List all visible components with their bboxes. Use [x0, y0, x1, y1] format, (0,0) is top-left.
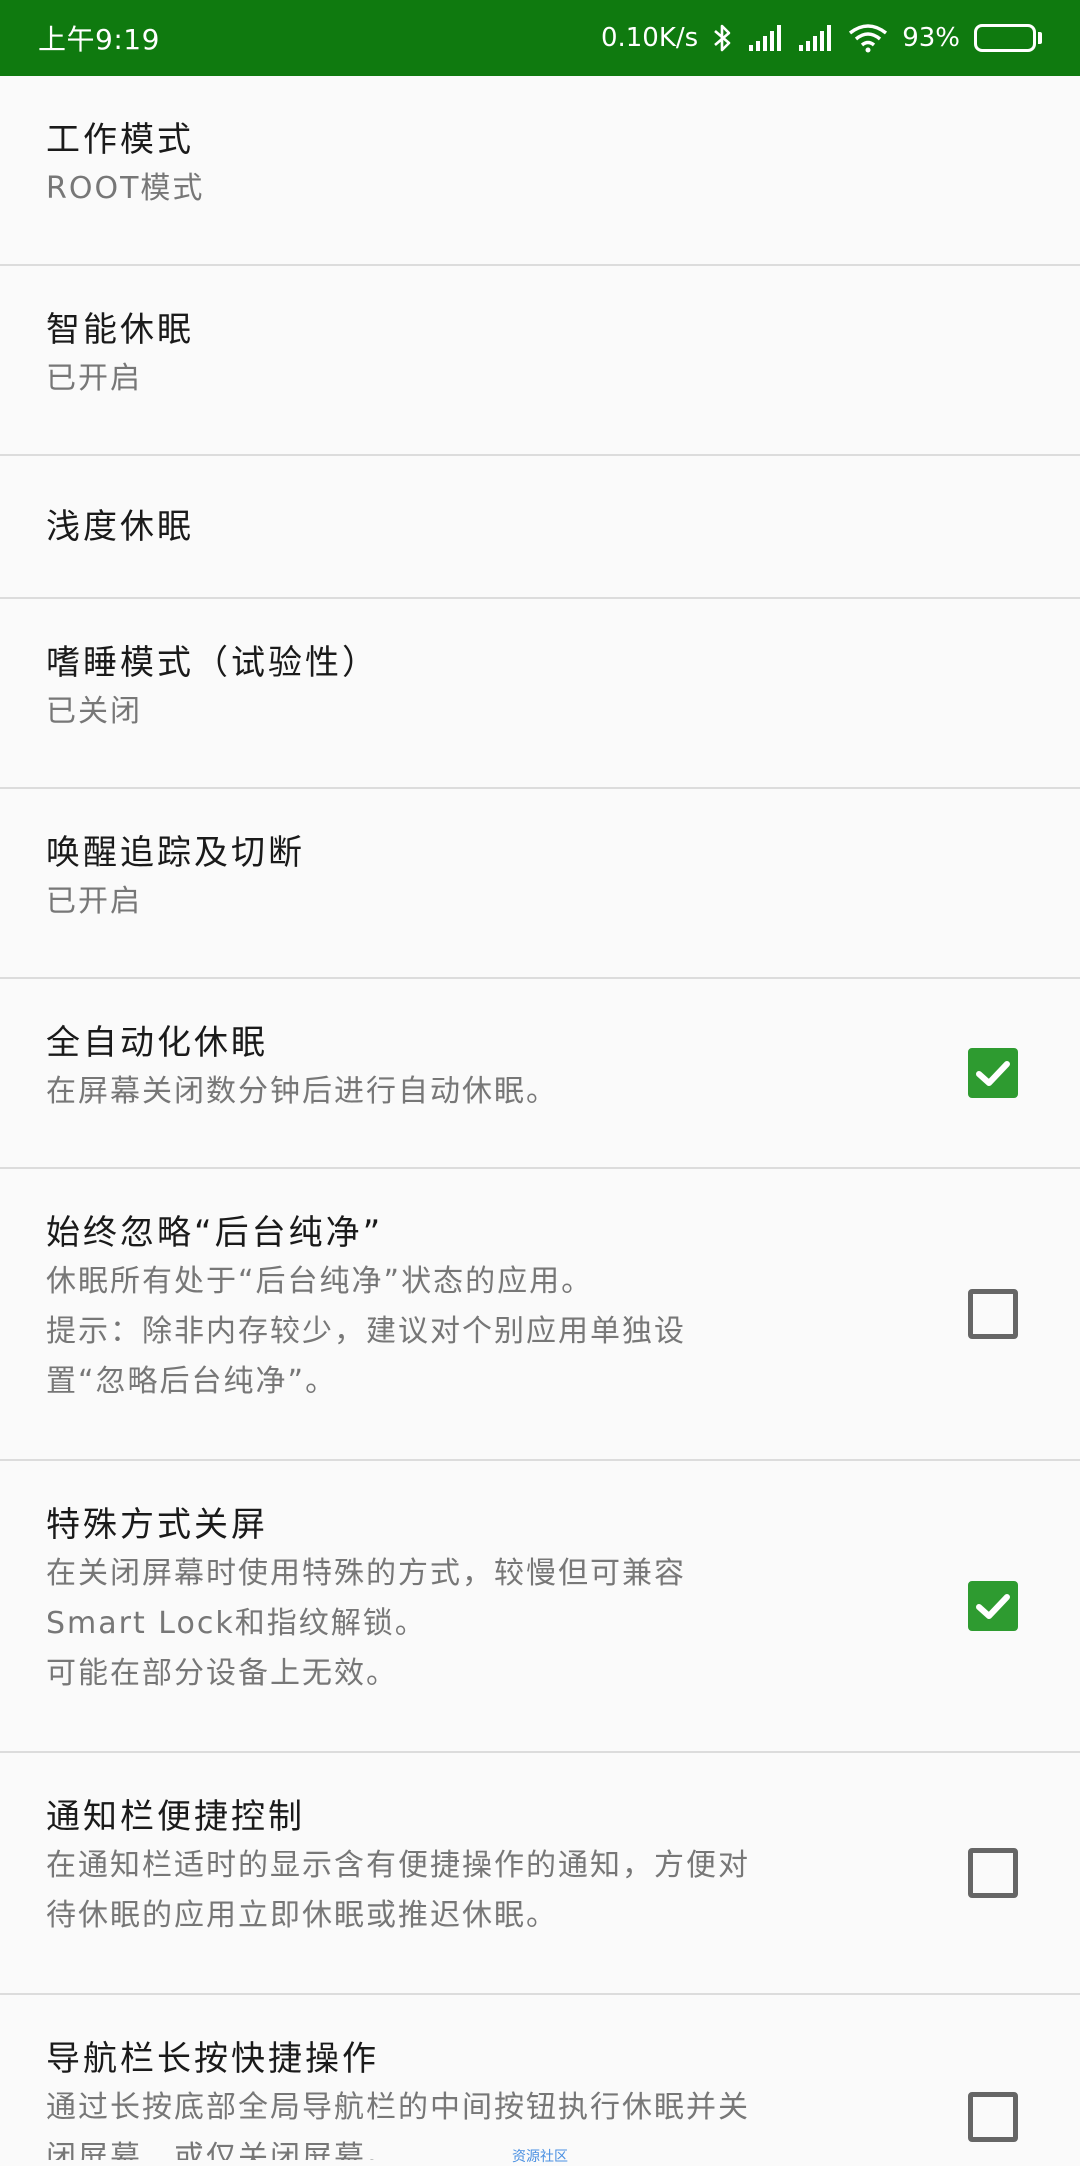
status-bar: 上午9:19 0.10K/s 93%: [0, 0, 1080, 76]
setting-title: 始终忽略“后台纯净”: [46, 1209, 906, 1257]
watermark: 资源社区: [512, 2146, 568, 2166]
net-speed: 0.10K/s: [601, 23, 698, 53]
setting-title: 唤醒追踪及切断: [46, 829, 906, 877]
setting-summary: 休眠所有处于“后台纯净”状态的应用。: [46, 1257, 906, 1307]
wifi-icon: [848, 23, 888, 53]
setting-summary: 通过长按底部全局导航栏的中间按钮执行休眠并关: [46, 2083, 906, 2133]
setting-summary: 提示：除非内存较少，建议对个别应用单独设: [46, 1307, 906, 1357]
check-icon: [968, 1048, 1018, 1098]
battery-percent: 93%: [902, 23, 960, 53]
setting-summary: ROOT模式: [46, 164, 906, 214]
status-time: 上午9:19: [38, 18, 160, 58]
setting-summary: 已开启: [46, 354, 906, 404]
setting-smart-sleep[interactable]: 智能休眠 已开启: [0, 266, 1080, 456]
setting-title: 工作模式: [46, 116, 906, 164]
setting-drowsy-mode[interactable]: 嗜睡模式（试验性） 已关闭: [0, 599, 1080, 789]
setting-title: 特殊方式关屏: [46, 1501, 906, 1549]
status-icons: 0.10K/s 93%: [601, 22, 1042, 54]
setting-summary: 闭屏幕，或仅关闭屏幕。: [46, 2133, 906, 2160]
setting-ignore-background-pure[interactable]: 始终忽略“后台纯净” 休眠所有处于“后台纯净”状态的应用。 提示：除非内存较少，…: [0, 1169, 1080, 1461]
settings-list[interactable]: 工作模式 ROOT模式 智能休眠 已开启 浅度休眠 嗜睡模式（试验性） 已关闭 …: [0, 76, 1080, 2160]
setting-summary: 在通知栏适时的显示含有便捷操作的通知，方便对: [46, 1841, 906, 1891]
setting-title: 全自动化休眠: [46, 1019, 906, 1067]
check-icon: [968, 1581, 1018, 1631]
setting-special-screen-off[interactable]: 特殊方式关屏 在关闭屏幕时使用特殊的方式，较慢但可兼容 Smart Lock和指…: [0, 1461, 1080, 1753]
setting-summary: Smart Lock和指纹解锁。: [46, 1599, 906, 1649]
setting-summary: 已开启: [46, 877, 906, 927]
setting-summary: 置“忽略后台纯净”。: [46, 1357, 906, 1407]
setting-summary: 已关闭: [46, 687, 906, 737]
setting-work-mode[interactable]: 工作模式 ROOT模式: [0, 76, 1080, 266]
ignore-background-pure-checkbox[interactable]: [968, 1289, 1018, 1339]
signal-icon: [748, 23, 784, 53]
setting-title: 智能休眠: [46, 306, 906, 354]
setting-summary: 在关闭屏幕时使用特殊的方式，较慢但可兼容: [46, 1549, 906, 1599]
setting-title: 嗜睡模式（试验性）: [46, 639, 906, 687]
bluetooth-icon: [712, 22, 734, 54]
setting-summary: 可能在部分设备上无效。: [46, 1649, 906, 1699]
auto-sleep-checkbox[interactable]: [968, 1048, 1018, 1098]
setting-title: 导航栏长按快捷操作: [46, 2035, 906, 2083]
setting-summary: 在屏幕关闭数分钟后进行自动休眠。: [46, 1067, 906, 1117]
setting-summary: 待休眠的应用立即休眠或推迟休眠。: [46, 1891, 906, 1941]
setting-title: 通知栏便捷控制: [46, 1793, 906, 1841]
signal-icon: [798, 23, 834, 53]
setting-notification-control[interactable]: 通知栏便捷控制 在通知栏适时的显示含有便捷操作的通知，方便对 待休眠的应用立即休…: [0, 1753, 1080, 1995]
setting-title: 浅度休眠: [46, 503, 906, 551]
notification-control-checkbox[interactable]: [968, 1848, 1018, 1898]
setting-wakeup-tracking[interactable]: 唤醒追踪及切断 已开启: [0, 789, 1080, 979]
navbar-long-press-checkbox[interactable]: [968, 2092, 1018, 2142]
battery-icon: [974, 24, 1042, 52]
setting-light-sleep[interactable]: 浅度休眠: [0, 456, 1080, 599]
special-screen-off-checkbox[interactable]: [968, 1581, 1018, 1631]
setting-navbar-long-press[interactable]: 导航栏长按快捷操作 通过长按底部全局导航栏的中间按钮执行休眠并关 闭屏幕，或仅关…: [0, 1995, 1080, 2160]
setting-auto-sleep[interactable]: 全自动化休眠 在屏幕关闭数分钟后进行自动休眠。: [0, 979, 1080, 1169]
